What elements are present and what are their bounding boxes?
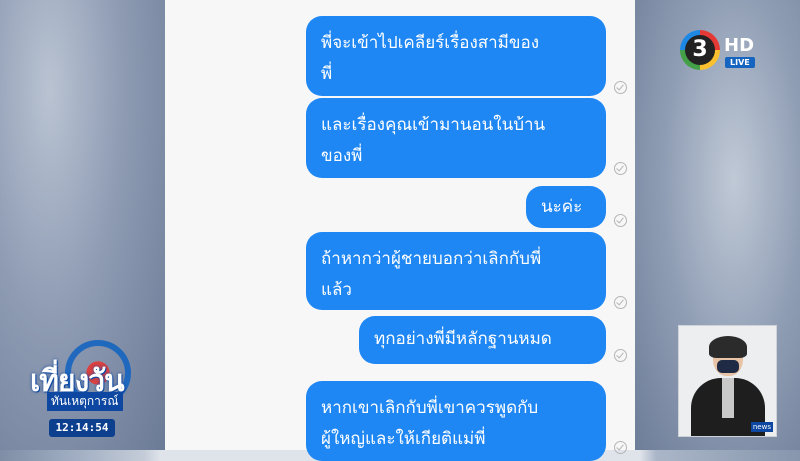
read-check-icon [614, 349, 627, 362]
show-subtitle: ทันเหตุการณ์ [47, 392, 123, 411]
read-check-icon [614, 296, 627, 309]
message-text: หากเขาเลิกกับพี่เขาควรพูดกับ ผู้ใหญ่และใ… [321, 398, 539, 449]
read-check-icon [614, 214, 627, 227]
message-bubble: นะค่ะ [526, 186, 606, 228]
message-text: ถ้าหากว่าผู้ชายบอกว่าเลิกกับพี่ แล้ว [321, 249, 542, 300]
channel-number: 3 [685, 35, 715, 65]
message-text: ทุกอย่างพี่มีหลักฐานหมด [374, 329, 552, 349]
interpreter-shirt [722, 378, 734, 418]
channel-logo: 3 HD LIVE [680, 30, 770, 72]
face-mask-icon [717, 360, 739, 373]
interpreter-hair [709, 336, 747, 358]
show-logo: เที่ยงวัน ทันเหตุการณ์ 12:14:54 [25, 340, 155, 440]
read-check-icon [614, 81, 627, 94]
read-check-icon [614, 162, 627, 175]
live-badge: LIVE [725, 57, 755, 68]
hd-label: HD [724, 35, 755, 56]
message-text: นะค่ะ [541, 197, 583, 217]
message-bubble: หากเขาเลิกกับพี่เขาควรพูดกับ ผู้ใหญ่และใ… [306, 381, 606, 461]
message-text: และเรื่องคุณเข้ามานอนในบ้าน ของพี่ [321, 115, 546, 166]
sign-language-interpreter: news [678, 325, 777, 437]
message-bubble: ถ้าหากว่าผู้ชายบอกว่าเลิกกับพี่ แล้ว [306, 232, 606, 310]
channel-3-icon: 3 [680, 30, 720, 70]
read-check-icon [614, 441, 627, 454]
message-bubble: และเรื่องคุณเข้ามานอนในบ้าน ของพี่ [306, 98, 606, 178]
broadcast-clock: 12:14:54 [49, 419, 115, 437]
message-bubble: พี่จะเข้าไปเคลียร์เรื่องสามีของ พี่ [306, 16, 606, 96]
message-text: พี่จะเข้าไปเคลียร์เรื่องสามีของ พี่ [321, 33, 540, 84]
news-badge: news [750, 422, 773, 432]
chat-screen: พี่จะเข้าไปเคลียร์เรื่องสามีของ พี่ และเ… [165, 0, 635, 461]
message-bubble: ทุกอย่างพี่มีหลักฐานหมด [359, 316, 606, 364]
